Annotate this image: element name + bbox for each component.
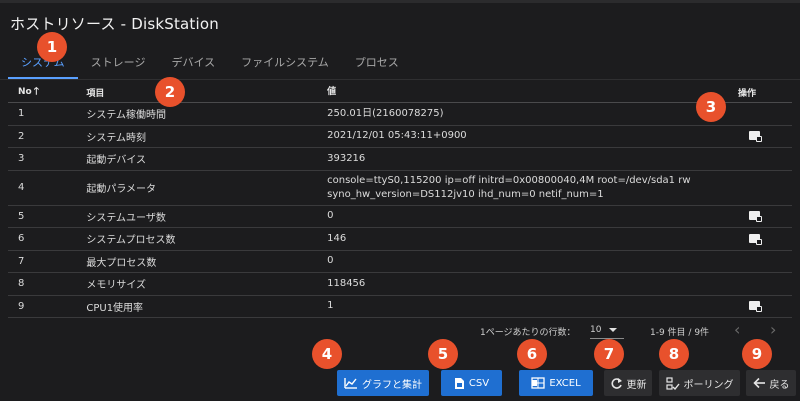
column-header-value[interactable]: 値 [327, 82, 693, 103]
excel-button[interactable]: EXCEL [519, 370, 593, 396]
column-header-no-label: No [18, 86, 32, 97]
row-action [692, 125, 792, 148]
graph-summary-label: グラフと集計 [362, 379, 422, 391]
callout-badge: 4 [312, 339, 342, 369]
tab-filesystem[interactable]: ファイルシステム [228, 52, 342, 79]
refresh-label: 更新 [626, 379, 647, 391]
row-value: 0 [327, 205, 693, 228]
row-action [692, 170, 792, 206]
back-button[interactable]: 戻る [746, 370, 796, 396]
row-no: 7 [8, 250, 87, 273]
tab-storage[interactable]: ストレージ [78, 52, 159, 79]
excel-icon [531, 377, 545, 389]
chevron-left-icon[interactable]: ‹ [734, 320, 740, 339]
row-action [692, 147, 792, 171]
row-item: 起動デバイス [86, 147, 328, 171]
rows-per-page-label: 1ページあたりの行数： [480, 328, 576, 338]
chart-edit-icon[interactable] [749, 233, 762, 245]
window-top-bar [0, 0, 800, 3]
rows-per-page-select[interactable]: 10 [590, 325, 624, 339]
callout-badge: 9 [742, 339, 772, 369]
row-action [692, 295, 792, 318]
sort-up-icon[interactable]: 🡑 [34, 84, 39, 101]
chevron-right-icon[interactable]: › [770, 320, 776, 339]
row-item: 最大プロセス数 [86, 250, 328, 273]
row-value: 2021/12/01 05:43:11+0900 [327, 125, 693, 148]
polling-label: ポーリング [683, 379, 734, 391]
row-item: システム稼働時間 [86, 102, 328, 126]
table-row: 6 システムプロセス数 146 [8, 227, 792, 251]
tab-process[interactable]: プロセス [342, 52, 412, 79]
row-no: 9 [8, 295, 87, 318]
column-header-item[interactable]: 項目 [86, 82, 328, 103]
row-value: 118456 [327, 272, 693, 296]
back-arrow-icon [752, 377, 765, 389]
row-no: 2 [8, 125, 87, 148]
refresh-button[interactable]: 更新 [604, 370, 652, 396]
row-action [692, 272, 792, 296]
callout-badge: 8 [659, 339, 689, 369]
row-action [692, 227, 792, 251]
row-value: 250.01日(2160078275) [327, 102, 693, 126]
dropdown-caret-icon [609, 327, 618, 332]
polling-icon [665, 376, 680, 390]
row-value: 0 [327, 250, 693, 273]
row-no: 5 [8, 205, 87, 228]
column-header-no[interactable]: No 🡑 [8, 82, 87, 103]
row-value: 146 [327, 227, 693, 251]
table-row: 3 起動デバイス 393216 [8, 147, 792, 171]
chart-edit-icon[interactable] [749, 211, 762, 223]
csv-label: CSV [468, 377, 490, 389]
row-no: 4 [8, 170, 87, 206]
row-value-line: syno_hw_version=DS112jv10 ihd_num=0 neti… [327, 188, 604, 200]
pagination-range: 1-9 件目 / 9件 [650, 328, 710, 338]
resource-table: No 🡑 項目 値 操作 1 システム稼働時間 250.01日(216007827… [8, 82, 792, 318]
row-no: 3 [8, 147, 87, 171]
row-no: 6 [8, 227, 87, 251]
row-item: システムユーザ数 [86, 205, 328, 228]
row-action [692, 205, 792, 228]
chart-icon [344, 378, 357, 389]
rows-per-page-value: 10 [590, 325, 602, 335]
row-value: 1 [327, 295, 693, 318]
excel-label: EXCEL [549, 377, 581, 389]
callout-badge: 5 [428, 339, 458, 369]
row-action [692, 250, 792, 273]
csv-file-icon [454, 377, 464, 389]
row-item: 起動パラメータ [86, 170, 328, 206]
row-item: システムプロセス数 [86, 227, 328, 251]
table-row: 4 起動パラメータ console=ttyS0,115200 ip=off in… [8, 170, 792, 206]
table-row: 1 システム稼働時間 250.01日(2160078275) [8, 102, 792, 126]
row-item: CPU1使用率 [86, 295, 328, 318]
row-no: 1 [8, 102, 87, 126]
tabs-divider [0, 79, 800, 80]
chart-edit-icon[interactable] [749, 301, 762, 313]
page-title: ホストリソース - DiskStation [10, 15, 219, 33]
chart-edit-icon[interactable] [749, 131, 762, 143]
table-row: 2 システム時刻 2021/12/01 05:43:11+0900 [8, 125, 792, 148]
tab-bar: システム ストレージ デバイス ファイルシステム プロセス [8, 52, 412, 79]
tab-device[interactable]: デバイス [158, 52, 228, 79]
callout-badge: 2 [155, 77, 185, 107]
callout-badge: 1 [37, 32, 67, 62]
back-label: 戻る [769, 379, 790, 391]
table-row: 5 システムユーザ数 0 [8, 205, 792, 228]
row-no: 8 [8, 272, 87, 296]
row-value: 393216 [327, 147, 693, 171]
table-row: 7 最大プロセス数 0 [8, 250, 792, 273]
table-row: 9 CPU1使用率 1 [8, 295, 792, 318]
callout-badge: 3 [696, 92, 726, 122]
callout-badge: 6 [517, 339, 547, 369]
callout-badge: 7 [594, 339, 624, 369]
refresh-icon [610, 377, 622, 389]
row-item: メモリサイズ [86, 272, 328, 296]
row-value: console=ttyS0,115200 ip=off initrd=0x008… [327, 170, 693, 206]
graph-summary-button[interactable]: グラフと集計 [337, 370, 429, 396]
row-value-line: console=ttyS0,115200 ip=off initrd=0x008… [327, 174, 691, 186]
polling-button[interactable]: ポーリング [659, 370, 740, 396]
table-row: 8 メモリサイズ 118456 [8, 272, 792, 296]
csv-button[interactable]: CSV [441, 370, 502, 396]
row-item: システム時刻 [86, 125, 328, 148]
